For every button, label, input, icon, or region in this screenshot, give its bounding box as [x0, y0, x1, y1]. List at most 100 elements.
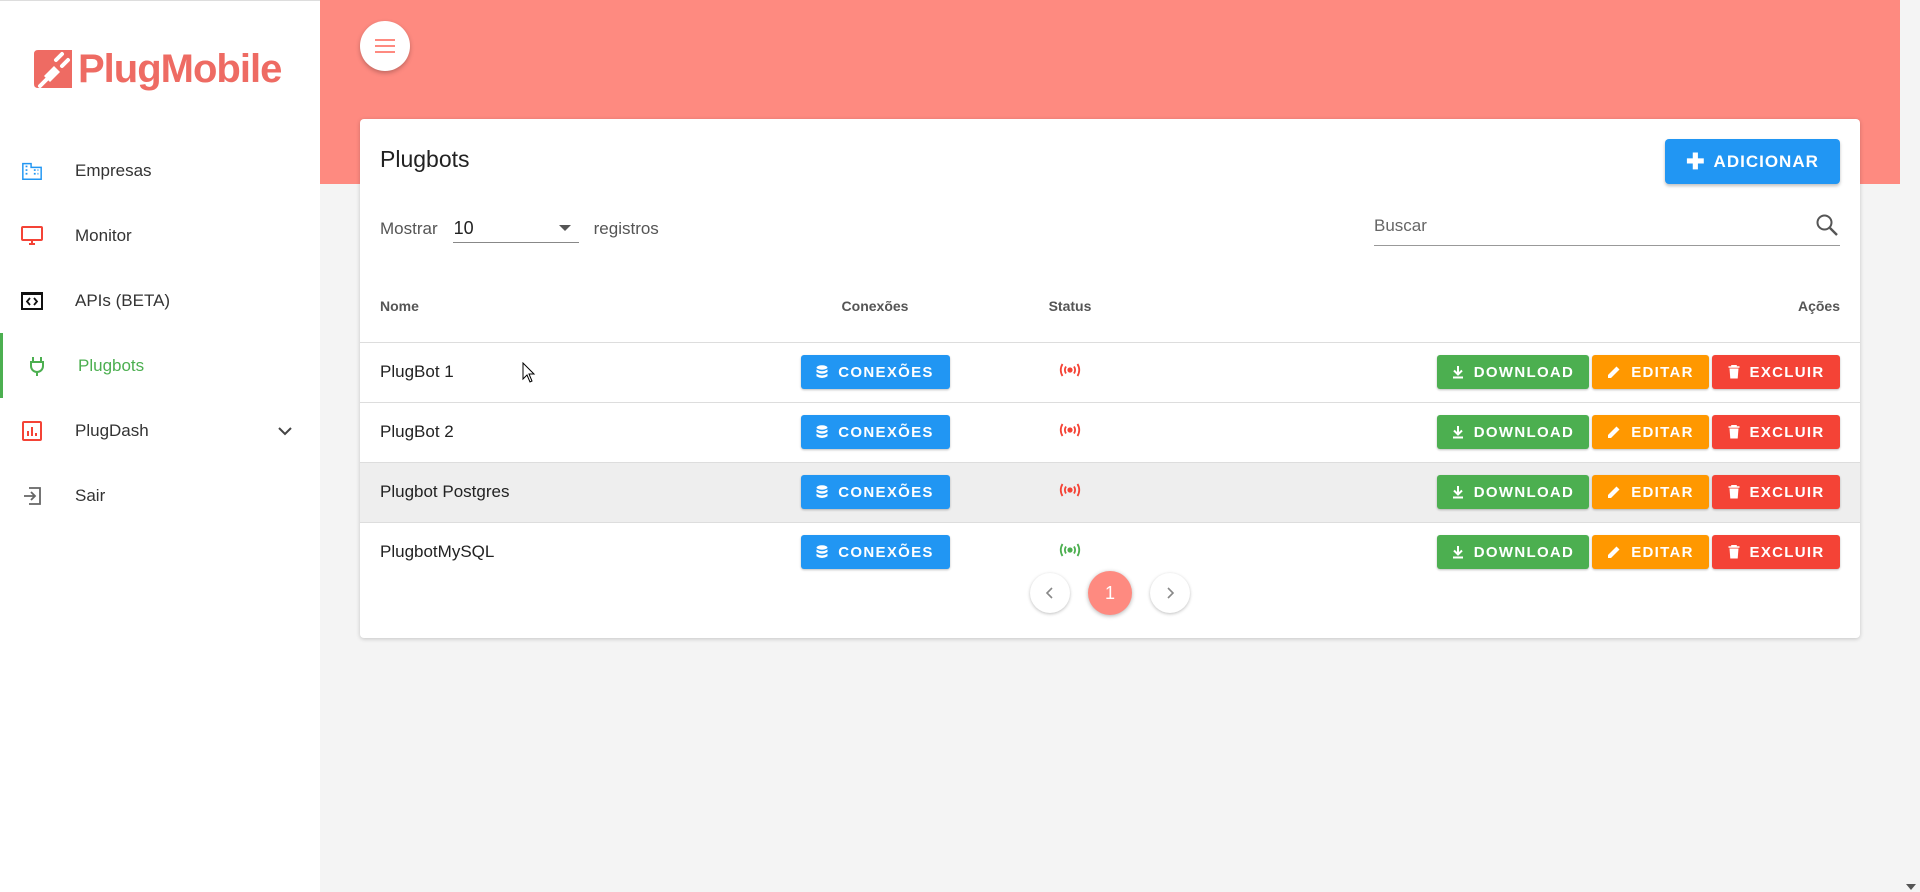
sidebar-item-label: APIs (BETA) [75, 290, 171, 310]
table-row[interactable]: PlugBot 1 CONEXÕES DOWNLOAD EDITAR EXCLUIR [360, 342, 1860, 403]
edit-button-label: EDITAR [1631, 363, 1694, 381]
download-button[interactable]: DOWNLOAD [1437, 415, 1589, 449]
row-name: PlugBot 1 [360, 342, 760, 403]
status-indicator [990, 342, 1150, 403]
table-row[interactable]: PlugBot 2 CONEXÕES DOWNLOAD EDITAR EXCLUIR [360, 402, 1860, 463]
download-button-label: DOWNLOAD [1473, 423, 1575, 441]
sidebar-item-empresas[interactable]: Empresas [0, 138, 320, 203]
code-icon [20, 289, 44, 313]
plugbots-table: Nome Conexões Status Ações PlugBot 1 CONE… [360, 271, 1860, 582]
connections-button[interactable]: CONEXÕES [800, 535, 950, 570]
next-page-button[interactable] [1150, 573, 1190, 613]
pencil-icon [1608, 486, 1620, 498]
brand-logo[interactable]: PlugMobile [30, 45, 282, 93]
sidebar-item-label: Empresas [75, 160, 152, 180]
plugbots-card: Plugbots ✚ ADICIONAR Mostrar 10 registro… [360, 119, 1860, 638]
delete-button-label: EXCLUIR [1749, 363, 1825, 381]
building-icon [20, 159, 44, 183]
monitor-icon [20, 224, 44, 248]
connections-button[interactable]: CONEXÕES [800, 415, 950, 449]
signal-status-icon [1059, 483, 1081, 497]
table-row[interactable]: Plugbot Postgres CONEXÕES DOWNLOAD EDITAR EX… [360, 462, 1860, 523]
signal-status-icon [1059, 543, 1081, 557]
page-size-control: Mostrar 10 registros [380, 215, 659, 243]
download-icon [1452, 486, 1463, 499]
pencil-icon [1608, 426, 1620, 438]
records-label: registros [593, 219, 659, 238]
edit-button[interactable]: EDITAR [1592, 355, 1709, 389]
search-icon[interactable] [1814, 212, 1840, 238]
page-size-select[interactable]: 10 [452, 215, 579, 243]
mouse-cursor-icon [522, 362, 536, 383]
connections-button-label: CONEXÕES [838, 363, 934, 381]
col-header-name[interactable]: Nome [360, 271, 760, 343]
sidebar-item-label: Sair [75, 485, 106, 505]
status-indicator [990, 402, 1150, 463]
download-button[interactable]: DOWNLOAD [1437, 535, 1589, 570]
col-header-status[interactable]: Status [990, 271, 1150, 343]
connections-button[interactable]: CONEXÕES [800, 475, 950, 509]
delete-button-label: EXCLUIR [1749, 423, 1825, 441]
download-button-label: DOWNLOAD [1473, 543, 1575, 561]
signal-status-icon [1059, 423, 1081, 437]
show-label: Mostrar [380, 219, 438, 238]
search-input[interactable]: Buscar [1374, 210, 1840, 246]
edit-button[interactable]: EDITAR [1592, 415, 1709, 449]
database-icon [816, 485, 828, 499]
sidebar: PlugMobile Empresas Monitor APIs (BETA) … [0, 0, 320, 892]
plug-icon [25, 354, 49, 378]
chevron-left-icon [1045, 587, 1053, 599]
delete-button[interactable]: EXCLUIR [1712, 535, 1840, 570]
connections-button-label: CONEXÕES [838, 423, 934, 441]
logout-icon [20, 484, 44, 508]
page-title: Plugbots [380, 146, 470, 172]
download-icon [1452, 366, 1463, 379]
download-icon [1452, 426, 1463, 439]
delete-button[interactable]: EXCLUIR [1712, 415, 1840, 449]
page-button-current[interactable]: 1 [1088, 571, 1132, 615]
prev-page-button[interactable] [1030, 573, 1070, 613]
edit-button-label: EDITAR [1631, 483, 1694, 501]
table-header: Nome Conexões Status Ações [360, 271, 1860, 343]
edit-button[interactable]: EDITAR [1592, 535, 1709, 570]
sidebar-item-plugdash[interactable]: PlugDash [0, 398, 320, 463]
sidebar-item-apis[interactable]: APIs (BETA) [0, 268, 320, 333]
plug-logo-icon [34, 50, 72, 88]
hamburger-icon [375, 39, 395, 53]
scroll-down-arrow-icon[interactable] [1906, 884, 1916, 890]
trash-icon [1728, 365, 1740, 379]
chevron-down-icon[interactable] [275, 421, 295, 441]
sidebar-item-label: PlugDash [75, 420, 149, 440]
add-button[interactable]: ✚ ADICIONAR [1665, 139, 1840, 184]
sidebar-item-label: Monitor [75, 225, 132, 245]
sidebar-nav: Empresas Monitor APIs (BETA) Plugbots Pl… [0, 138, 320, 528]
edit-button[interactable]: EDITAR [1592, 475, 1709, 509]
connections-button[interactable]: CONEXÕES [800, 355, 950, 389]
col-header-connections[interactable]: Conexões [760, 271, 990, 343]
sidebar-item-sair[interactable]: Sair [0, 463, 320, 528]
row-name: Plugbot Postgres [360, 462, 760, 523]
signal-status-icon [1059, 363, 1081, 377]
connections-button-label: CONEXÕES [838, 543, 934, 561]
download-button[interactable]: DOWNLOAD [1437, 475, 1589, 509]
database-icon [816, 425, 828, 439]
add-button-label: ADICIONAR [1713, 151, 1819, 171]
page-size-value: 10 [453, 218, 474, 238]
chevron-right-icon [1167, 587, 1175, 599]
row-name: PlugBot 2 [360, 402, 760, 463]
delete-button-label: EXCLUIR [1749, 543, 1825, 561]
menu-toggle-button[interactable] [360, 21, 410, 71]
plus-icon: ✚ [1686, 148, 1706, 174]
download-button[interactable]: DOWNLOAD [1437, 355, 1589, 389]
download-button-label: DOWNLOAD [1473, 483, 1575, 501]
delete-button[interactable]: EXCLUIR [1712, 475, 1840, 509]
sidebar-item-monitor[interactable]: Monitor [0, 203, 320, 268]
delete-button-label: EXCLUIR [1749, 483, 1825, 501]
status-indicator [990, 462, 1150, 523]
database-icon [816, 365, 828, 379]
sidebar-item-plugbots[interactable]: Plugbots [0, 333, 320, 398]
delete-button[interactable]: EXCLUIR [1712, 355, 1840, 389]
search-placeholder: Buscar [1374, 216, 1427, 235]
pencil-icon [1608, 546, 1620, 559]
brand-name: PlugMobile [78, 46, 282, 91]
